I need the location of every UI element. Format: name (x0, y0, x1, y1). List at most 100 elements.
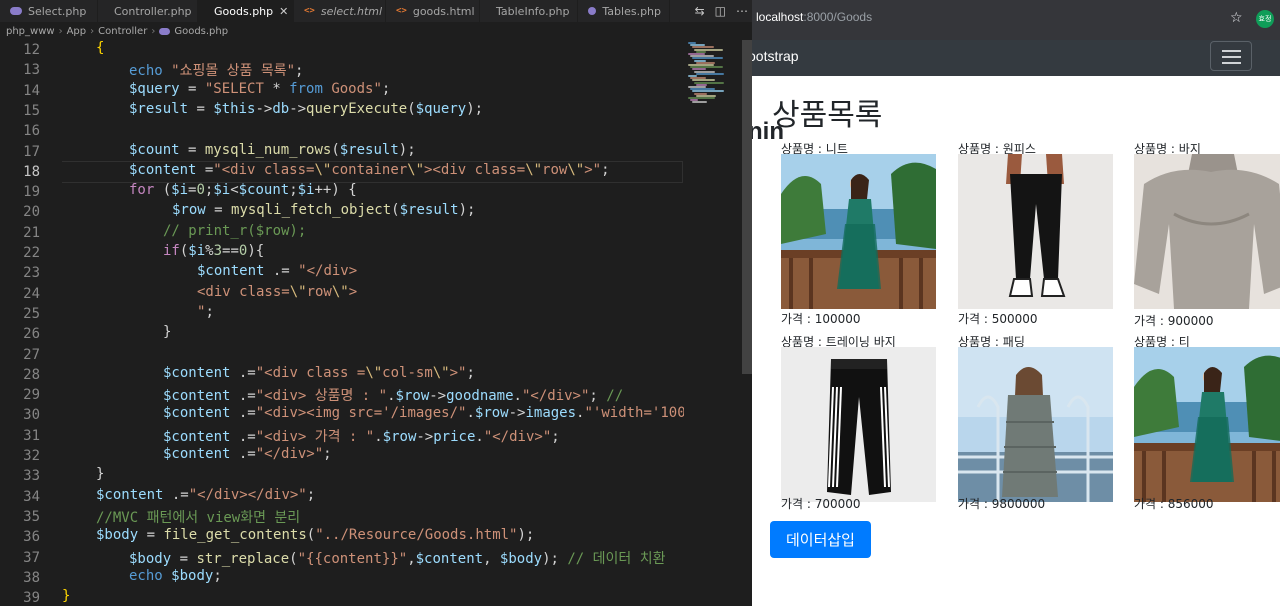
product-price: 가격 : 100000 (781, 312, 861, 326)
code-editor[interactable]: Select.php Controller.php Goods.php ✕ <> sele… (0, 0, 752, 606)
breadcrumb-item[interactable]: php_www (6, 26, 55, 37)
code-token: ><div class= (424, 162, 526, 178)
code-line[interactable]: echo "쇼핑몰 상품 목록"; (62, 60, 303, 80)
code-line[interactable]: "; (62, 304, 214, 324)
code-line[interactable]: $content .="<div> 상품명 : ".$row->goodname… (62, 385, 623, 405)
code-line[interactable]: <div class=\"row\"> (62, 284, 357, 304)
split-editor-icon[interactable]: ◫ (715, 4, 726, 18)
code-token: . (230, 446, 248, 462)
profile-avatar[interactable]: 효정 (1256, 10, 1274, 28)
minimap-line (696, 72, 724, 75)
code-token: container (331, 162, 408, 178)
product-image (958, 347, 1113, 502)
address-bar[interactable]: localhost:8000/Goods ☆ 효정 (752, 0, 1280, 40)
minimap-line (692, 101, 707, 104)
hamburger-icon-bar (1222, 50, 1241, 52)
code-line[interactable]: } (62, 466, 104, 486)
editor-tab[interactable]: Select.php (0, 0, 98, 22)
code-token: \" (525, 162, 543, 178)
editor-tab[interactable]: Controller.php (98, 0, 198, 22)
hamburger-icon-bar (1222, 62, 1241, 64)
code-line[interactable]: $body = file_get_contents("../Resource/G… (62, 527, 534, 547)
editor-tab-label: select.html (320, 4, 383, 18)
code-token: == (222, 243, 239, 259)
code-token: db (272, 101, 290, 117)
code-token: ); (517, 527, 535, 543)
code-token: \" (432, 365, 450, 381)
code-line[interactable]: } (62, 588, 70, 606)
editor-scrollbar-thumb[interactable] (742, 40, 752, 374)
code-token: } (163, 324, 172, 340)
code-line[interactable]: $content ="<div class=\"container\"><div… (62, 161, 683, 183)
code-token: . (163, 487, 181, 503)
code-token: = (179, 142, 205, 158)
code-token: } (96, 466, 105, 482)
code-line[interactable]: $content .= "</div> (62, 263, 357, 283)
code-area[interactable]: {echo "쇼핑몰 상품 목록"; $query = "SELECT * fro… (62, 40, 684, 606)
editor-scrollbar[interactable] (742, 40, 752, 606)
compare-changes-icon[interactable]: ⇆ (695, 4, 705, 18)
code-token: // print_r($row); (163, 223, 307, 239)
code-token: price (433, 429, 476, 445)
code-token: -> (255, 101, 273, 117)
code-line[interactable]: $count = mysqli_num_rows($result); (62, 142, 416, 162)
breadcrumb-item[interactable]: Goods.php (174, 26, 228, 37)
url-text[interactable]: localhost:8000/Goods (756, 10, 872, 24)
code-line[interactable]: $body = str_replace("{{content}}",$conte… (62, 548, 666, 568)
code-token: $row (382, 429, 417, 445)
minimap[interactable] (684, 40, 742, 606)
code-token: queryExecute (306, 101, 408, 117)
editor-tab[interactable]: TableInfo.php (480, 0, 578, 22)
code-token: $count (129, 142, 180, 158)
product-image (1134, 347, 1280, 502)
code-token: "</div>" (255, 446, 324, 462)
code-line[interactable]: $content .="<div><img src='/images/".$ro… (62, 405, 684, 425)
editor-tab[interactable]: <> select.html (294, 0, 386, 22)
code-line[interactable]: $row = mysqli_fetch_object($result); (62, 202, 475, 222)
code-token: ( (306, 527, 316, 543)
navbar-toggler-button[interactable] (1210, 41, 1252, 71)
beach-dress-photo (781, 154, 936, 309)
navbar-brand[interactable]: ootstrap (752, 48, 799, 64)
code-line[interactable]: // print_r($row); (62, 223, 306, 243)
line-number: 36 (23, 529, 40, 545)
line-number: 24 (23, 286, 40, 302)
code-line[interactable]: echo $body; (62, 568, 222, 588)
url-host: localhost (756, 10, 804, 24)
editor-tab[interactable]: Tables.php (578, 0, 670, 22)
code-line[interactable]: //MVC 패턴에서 view화면 분리 (62, 507, 300, 527)
breadcrumb-item[interactable]: App (67, 26, 87, 37)
line-number: 19 (23, 184, 40, 200)
code-line[interactable]: if($i%3==0){ (62, 243, 264, 263)
code-line[interactable]: { (62, 40, 104, 60)
line-number: 27 (23, 347, 40, 363)
code-line[interactable]: $content .="<div class =\"col-sm\">"; (62, 365, 475, 385)
code-token: "쇼핑몰 상품 목록" (171, 63, 296, 79)
code-line[interactable]: $result = $this->db->queryExecute($query… (62, 101, 483, 121)
code-token: $i (297, 182, 315, 198)
code-token: row (306, 284, 332, 300)
more-actions-icon[interactable]: ⋯ (736, 4, 748, 18)
insert-data-button[interactable]: 데이터삽입 (770, 521, 871, 558)
editor-tab[interactable]: Goods.php ✕ (198, 0, 294, 22)
code-line[interactable]: for ($i=0;$i<$count;$i++) { (62, 182, 357, 202)
code-line[interactable]: $query = "SELECT * from Goods"; (62, 81, 390, 101)
bookmark-star-icon[interactable]: ☆ (1230, 10, 1243, 26)
code-token: $body (129, 551, 172, 567)
code-token: $content (96, 487, 164, 503)
product-image (781, 154, 936, 309)
code-line[interactable]: $content .="</div>"; (62, 446, 332, 466)
code-line[interactable]: } (62, 324, 171, 344)
code-line[interactable]: $content .="<div> 가격 : ".$row->price."</… (62, 426, 560, 446)
line-number: 13 (23, 62, 40, 78)
browser-window: localhost:8000/Goods ☆ 효정 ootstrap nin 상… (752, 0, 1280, 606)
code-token: } (62, 588, 71, 604)
code-token: = (247, 446, 256, 462)
code-line[interactable]: $content .="</div></div>"; (62, 487, 315, 507)
code-token: "</div></div>" (188, 487, 307, 503)
close-icon[interactable]: ✕ (279, 5, 288, 18)
breadcrumb-item[interactable]: Controller (98, 26, 147, 37)
editor-tab-label: goods.html (412, 4, 475, 18)
code-token: . (475, 429, 484, 445)
editor-tab[interactable]: <> goods.html (386, 0, 480, 22)
